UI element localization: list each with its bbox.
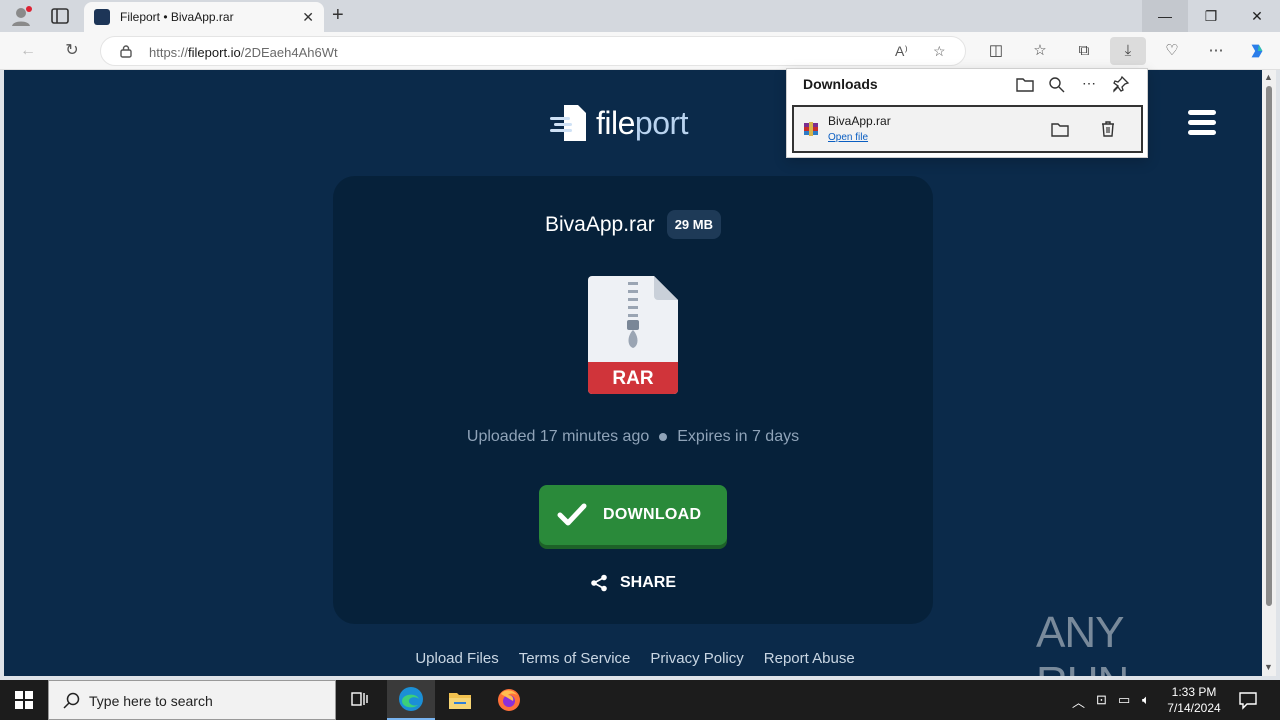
winrar-file-icon — [804, 122, 818, 136]
taskbar-search[interactable]: Type here to search — [48, 680, 336, 720]
task-view-icon — [351, 692, 368, 706]
scroll-thumb[interactable] — [1266, 86, 1272, 606]
uploaded-text: Uploaded 17 minutes ago — [466, 428, 650, 445]
favorites-icon[interactable]: ☆ — [1029, 41, 1051, 61]
downloads-more-icon[interactable]: ⋯ — [1079, 75, 1099, 93]
clock-time: 1:33 PM — [1171, 685, 1217, 699]
footer-link-terms[interactable]: Terms of Service — [519, 650, 631, 667]
share-icon — [591, 574, 607, 592]
tab-fileport[interactable]: Fileport • BivaApp.rar ✕ — [84, 2, 324, 32]
collections-icon[interactable]: ⧉ — [1073, 41, 1095, 61]
window-controls: — ❐ ✕ — [1142, 0, 1280, 32]
delete-icon[interactable] — [1098, 119, 1118, 139]
rar-file-icon: RAR — [588, 276, 678, 394]
notifications-icon[interactable] — [1238, 690, 1258, 710]
downloads-panel: Downloads ⋯ BivaApp.rar Open file — [786, 68, 1148, 158]
start-button[interactable] — [0, 680, 48, 720]
file-title-row: BivaApp.rar 29 MB — [333, 210, 933, 239]
browser-essentials-icon[interactable]: ♡ — [1161, 41, 1183, 61]
taskbar-edge[interactable] — [387, 680, 435, 720]
file-meta: Uploaded 17 minutes ago Expires in 7 days — [333, 428, 933, 446]
minimize-icon[interactable]: — — [1142, 0, 1188, 32]
fileport-page: fileport BivaApp.rar 29 MB RAR Uploaded … — [4, 70, 1262, 676]
search-icon — [63, 692, 80, 709]
downloads-header: Downloads — [803, 76, 878, 92]
tray-overflow-icon[interactable]: ︿ — [1072, 692, 1085, 711]
file-name: BivaApp.rar — [544, 212, 655, 236]
refresh-icon[interactable]: ↻ — [62, 41, 82, 61]
pin-icon[interactable] — [1111, 75, 1131, 93]
taskbar-clock[interactable]: 1:33 PM 7/14/2024 — [1160, 684, 1228, 716]
taskbar-firefox[interactable] — [485, 680, 533, 720]
tab-strip: Fileport • BivaApp.rar ✕ + — ❐ ✕ — [0, 0, 1280, 32]
split-screen-icon[interactable]: ◫ — [985, 41, 1007, 61]
new-tab-icon[interactable]: + — [332, 4, 344, 27]
firefox-icon — [498, 689, 520, 711]
url-text[interactable]: https://fileport.io/2DEaeh4Ah6Wt — [149, 45, 338, 60]
share-button[interactable]: SHARE — [333, 574, 933, 592]
tab-close-icon[interactable]: ✕ — [302, 9, 314, 26]
show-in-folder-icon[interactable] — [1050, 119, 1070, 139]
fileport-logo-text: fileport — [596, 104, 689, 141]
download-label: DOWNLOAD — [603, 506, 702, 523]
clock-date: 7/14/2024 — [1167, 701, 1221, 715]
lock-icon[interactable] — [119, 44, 133, 58]
scroll-down-icon[interactable]: ▼ — [1264, 662, 1273, 672]
download-item[interactable]: BivaApp.rar Open file — [792, 105, 1143, 153]
browser-toolbar: ← ↻ https://fileport.io/2DEaeh4Ah6Wt A⁾ … — [0, 32, 1280, 70]
file-size-badge: 29 MB — [666, 210, 721, 239]
favorite-star-icon[interactable]: ☆ — [933, 43, 946, 60]
open-file-link[interactable]: Open file — [828, 132, 868, 143]
windows-logo-icon — [15, 691, 33, 709]
expires-text: Expires in 7 days — [677, 428, 800, 445]
file-card: BivaApp.rar 29 MB RAR Uploaded 17 minute… — [333, 176, 933, 624]
edge-icon — [399, 687, 423, 711]
search-downloads-icon[interactable] — [1047, 75, 1067, 93]
tab-title: Fileport • BivaApp.rar — [120, 10, 234, 24]
separator-dot — [659, 432, 668, 441]
fileport-logo[interactable]: fileport — [548, 100, 689, 146]
download-button[interactable]: DOWNLOAD — [539, 485, 727, 545]
download-item-name: BivaApp.rar — [828, 114, 891, 128]
address-bar[interactable]: https://fileport.io/2DEaeh4Ah6Wt A⁾ ☆ — [100, 36, 966, 66]
more-options-icon[interactable]: ⋯ — [1205, 41, 1227, 61]
taskbar-file-explorer[interactable] — [436, 680, 484, 720]
restore-icon[interactable]: ❐ — [1188, 0, 1234, 32]
search-placeholder: Type here to search — [89, 693, 213, 709]
back-icon[interactable]: ← — [18, 41, 38, 61]
downloads-icon[interactable]: ⤓ — [1110, 37, 1146, 65]
anyrun-watermark: ANY RUN — [1036, 608, 1262, 676]
footer-link-upload[interactable]: Upload Files — [415, 650, 498, 667]
footer-link-report[interactable]: Report Abuse — [764, 650, 855, 667]
tray-device-icon[interactable]: ⊡ — [1096, 692, 1107, 708]
volume-icon[interactable]: 🔈︎ — [1142, 692, 1150, 708]
fileport-favicon-icon — [94, 9, 110, 25]
checkmark-icon — [557, 503, 587, 526]
scroll-up-icon[interactable]: ▲ — [1264, 72, 1273, 82]
menu-hamburger-icon[interactable] — [1188, 110, 1216, 136]
anyrun-watermark-text: ANY RUN — [1036, 608, 1129, 676]
network-icon[interactable]: ▭ — [1118, 692, 1130, 708]
task-view-button[interactable] — [336, 680, 384, 720]
folder-icon — [449, 693, 471, 709]
profile-icon[interactable] — [10, 5, 32, 27]
close-window-icon[interactable]: ✕ — [1234, 0, 1280, 32]
rar-label: RAR — [612, 368, 653, 389]
page-scrollbar[interactable]: ▲ ▼ — [1262, 70, 1276, 676]
open-downloads-folder-icon[interactable] — [1015, 75, 1035, 93]
footer-link-privacy[interactable]: Privacy Policy — [650, 650, 743, 667]
fileport-logo-icon — [550, 105, 586, 141]
read-aloud-icon[interactable]: A⁾ — [895, 43, 908, 60]
windows-taskbar: Type here to search ︿ ⊡ ▭ 🔈︎ 1:33 PM 7/1… — [0, 680, 1280, 720]
share-label: SHARE — [619, 574, 676, 591]
tab-actions-icon[interactable] — [50, 7, 70, 25]
copilot-icon[interactable] — [1246, 41, 1268, 61]
